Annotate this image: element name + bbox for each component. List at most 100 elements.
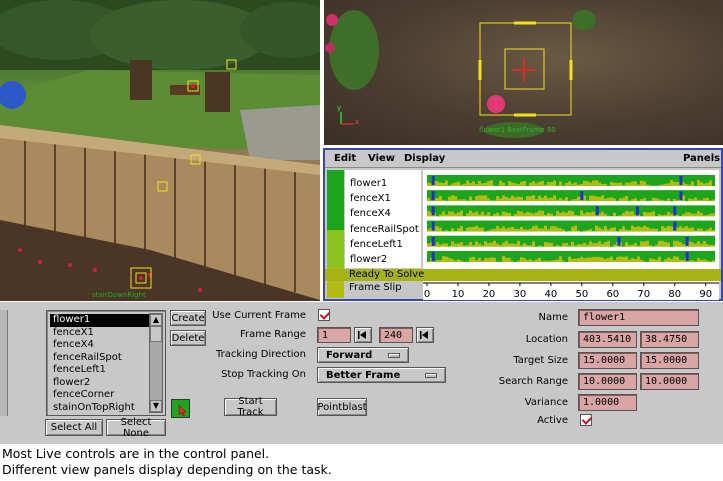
- active-checkbox[interactable]: [580, 414, 592, 426]
- keyframe-marker[interactable]: [617, 236, 621, 246]
- tracking-quality-chart-svg: [427, 175, 715, 280]
- track-quality-bar: [478, 251, 481, 258]
- track-quality-bar: [445, 190, 448, 201]
- track-quality-bar: [478, 235, 481, 244]
- tracker-list-item[interactable]: stainOnTopRight: [50, 402, 150, 415]
- track-quality-bar: [586, 175, 589, 182]
- track-quality-bar: [442, 175, 445, 184]
- location-y-field[interactable]: 38.4750: [640, 331, 699, 348]
- tracking-direction-select[interactable]: Forward: [317, 347, 409, 363]
- track-quality-bar: [658, 220, 661, 232]
- keyframe-marker[interactable]: [673, 221, 677, 231]
- target-width-field[interactable]: 15.0000: [578, 352, 637, 369]
- menu-panels[interactable]: Panels: [683, 153, 720, 164]
- track-quality-bar: [514, 235, 517, 245]
- track-quality-bar: [535, 251, 538, 260]
- frame-end-step-icon[interactable]: [416, 327, 434, 343]
- keyframe-marker[interactable]: [431, 221, 435, 231]
- start-track-button[interactable]: Start Track: [224, 396, 277, 418]
- track-name[interactable]: fenceLeft1: [350, 239, 403, 250]
- keyframe-marker[interactable]: [685, 252, 689, 261]
- tracker-list-item[interactable]: flower2: [50, 377, 150, 390]
- stop-tracking-select[interactable]: Better Frame: [317, 367, 446, 383]
- scroll-thumb[interactable]: [150, 326, 162, 342]
- pick-tracker-button[interactable]: [171, 399, 190, 418]
- tracker-list[interactable]: flower1 fenceX1 fenceX4 fenceRailSpot fenceL…: [46, 310, 166, 416]
- create-button[interactable]: Create: [170, 310, 206, 326]
- keyframe-marker[interactable]: [685, 236, 689, 246]
- track-name[interactable]: fenceX4: [350, 208, 391, 219]
- track-name[interactable]: fenceRailSpot: [350, 224, 419, 235]
- tracker-list-item[interactable]: fenceX4: [50, 339, 150, 352]
- keyframe-marker[interactable]: [431, 252, 435, 261]
- track-quality-bar: [691, 190, 694, 200]
- menu-display[interactable]: Display: [404, 153, 445, 164]
- tracker-list-item[interactable]: fenceLeft1: [50, 364, 150, 377]
- tracker-list-item[interactable]: fenceX1: [50, 327, 150, 340]
- menu-edit[interactable]: Edit: [334, 153, 356, 164]
- track-name[interactable]: flower2: [350, 254, 387, 265]
- track-quality-bar: [556, 175, 559, 186]
- target-height-field[interactable]: 15.0000: [640, 352, 699, 369]
- frame-start-field[interactable]: 1: [317, 327, 351, 343]
- track-quality-bar: [631, 205, 634, 212]
- track-quality-bar: [451, 220, 454, 229]
- keyframe-marker[interactable]: [679, 176, 683, 185]
- scroll-down-icon[interactable]: ▼: [150, 400, 162, 412]
- select-none-button[interactable]: Select None: [106, 417, 166, 439]
- track-quality-bar: [568, 175, 571, 182]
- tracker-list-scrollbar[interactable]: ▲ ▼: [149, 313, 163, 413]
- track-quality-bar: [613, 220, 616, 228]
- tracker-zoom-scene: [325, 10, 596, 138]
- delete-button[interactable]: Delete: [170, 330, 206, 346]
- track-quality-bar: [439, 235, 442, 245]
- track-quality-bar: [520, 190, 523, 197]
- track-quality-bar: [523, 251, 526, 259]
- tracker-list-item[interactable]: fenceRailSpot: [50, 352, 150, 365]
- menu-view[interactable]: View: [368, 153, 395, 164]
- use-current-frame-checkbox[interactable]: [318, 309, 330, 321]
- camera-view-viewport[interactable]: stairDownRight: [0, 0, 320, 301]
- panel-scroll-stub[interactable]: [0, 310, 8, 416]
- tracker-list-item[interactable]: fenceCorner: [50, 389, 150, 402]
- track-name[interactable]: fenceX1: [350, 193, 391, 204]
- frame-start-step-icon[interactable]: [354, 327, 372, 343]
- keyframe-marker[interactable]: [431, 176, 435, 185]
- track-quality-bar: [556, 205, 559, 211]
- keyframe-marker[interactable]: [431, 206, 435, 216]
- scroll-up-icon[interactable]: ▲: [150, 314, 162, 326]
- control-panel: flower1 fenceX1 fenceX4 fenceRailSpot fenceL…: [0, 302, 723, 444]
- keyframe-marker[interactable]: [679, 191, 683, 201]
- name-field[interactable]: flower1: [578, 309, 699, 326]
- search-height-field[interactable]: 10.0000: [640, 373, 699, 390]
- keyframe-marker[interactable]: [580, 191, 584, 201]
- keyframe-marker[interactable]: [431, 191, 435, 201]
- track-quality-bar: [529, 251, 532, 260]
- tracker-list-item[interactable]: flower1: [50, 314, 150, 327]
- frame-end-field[interactable]: 240: [379, 327, 413, 343]
- track-quality-bar: [547, 251, 550, 262]
- keyframe-marker[interactable]: [595, 206, 599, 216]
- track-quality-bar: [631, 175, 634, 182]
- keyframe-marker[interactable]: [673, 206, 677, 216]
- keyframe-marker[interactable]: [636, 206, 640, 216]
- track-quality-bar: [682, 205, 685, 215]
- track-quality-bar: [709, 205, 712, 214]
- location-x-field[interactable]: 403.5410: [578, 331, 637, 348]
- track-name[interactable]: flower1: [350, 178, 387, 189]
- keyframe-marker[interactable]: [431, 236, 435, 246]
- select-all-button[interactable]: Select All: [45, 419, 103, 436]
- variance-field[interactable]: 1.0000: [578, 394, 637, 411]
- track-quality-bar: [652, 220, 655, 229]
- track-quality-bar: [706, 175, 709, 183]
- track-quality-bar: [547, 220, 550, 230]
- track-quality-bar: [640, 220, 643, 228]
- search-width-field[interactable]: 10.0000: [578, 373, 637, 390]
- track-quality-bar: [610, 235, 613, 247]
- track-quality-bar: [622, 220, 625, 227]
- pointblast-button[interactable]: Pointblast: [317, 398, 367, 416]
- track-quality-bar: [673, 190, 676, 199]
- track-quality-bar: [700, 175, 703, 183]
- tracking-quality-chart[interactable]: [423, 170, 719, 282]
- tracker-zoom-viewport[interactable]: y x flower1 BestFrame 80: [324, 0, 723, 145]
